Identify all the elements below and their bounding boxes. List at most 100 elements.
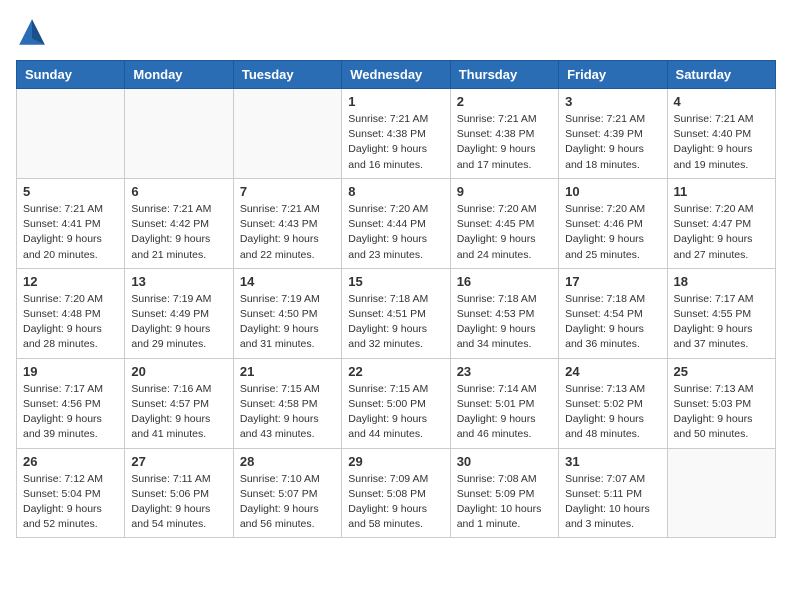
column-header-saturday: Saturday bbox=[667, 61, 775, 89]
day-number: 27 bbox=[131, 454, 226, 469]
day-info: Sunrise: 7:21 AMSunset: 4:40 PMDaylight:… bbox=[674, 112, 769, 173]
calendar-cell: 4 Sunrise: 7:21 AMSunset: 4:40 PMDaylight… bbox=[667, 89, 775, 179]
day-number: 26 bbox=[23, 454, 118, 469]
calendar-cell bbox=[667, 448, 775, 538]
calendar-cell bbox=[233, 89, 341, 179]
calendar-cell: 22 Sunrise: 7:15 AMSunset: 5:00 PMDayligh… bbox=[342, 358, 450, 448]
day-number: 9 bbox=[457, 184, 552, 199]
calendar-cell: 6 Sunrise: 7:21 AMSunset: 4:42 PMDaylight… bbox=[125, 178, 233, 268]
day-info: Sunrise: 7:21 AMSunset: 4:42 PMDaylight:… bbox=[131, 202, 226, 263]
day-info: Sunrise: 7:21 AMSunset: 4:39 PMDaylight:… bbox=[565, 112, 660, 173]
day-number: 14 bbox=[240, 274, 335, 289]
day-number: 6 bbox=[131, 184, 226, 199]
day-number: 13 bbox=[131, 274, 226, 289]
calendar-cell: 9Sunrise: 7:20 AMSunset: 4:45 PMDaylight… bbox=[450, 178, 558, 268]
calendar-cell: 31 Sunrise: 7:07 AMSunset: 5:11 PMDayligh… bbox=[559, 448, 667, 538]
day-number: 31 bbox=[565, 454, 660, 469]
day-info: Sunrise: 7:17 AMSunset: 4:55 PMDaylight:… bbox=[674, 292, 769, 353]
week-row-2: 5Sunrise: 7:21 AMSunset: 4:41 PMDaylight… bbox=[17, 178, 776, 268]
day-number: 10 bbox=[565, 184, 660, 199]
day-number: 20 bbox=[131, 364, 226, 379]
day-info: Sunrise: 7:19 AMSunset: 4:49 PMDaylight:… bbox=[131, 292, 226, 353]
calendar-cell: 3 Sunrise: 7:21 AMSunset: 4:39 PMDaylight… bbox=[559, 89, 667, 179]
week-row-5: 26 Sunrise: 7:12 AMSunset: 5:04 PMDayligh… bbox=[17, 448, 776, 538]
calendar-cell: 21 Sunrise: 7:15 AMSunset: 4:58 PMDayligh… bbox=[233, 358, 341, 448]
day-number: 2 bbox=[457, 94, 552, 109]
day-info: Sunrise: 7:08 AMSunset: 5:09 PMDaylight:… bbox=[457, 472, 552, 533]
calendar-cell: 1 Sunrise: 7:21 AMSunset: 4:38 PMDaylight… bbox=[342, 89, 450, 179]
day-number: 18 bbox=[674, 274, 769, 289]
day-number: 16 bbox=[457, 274, 552, 289]
column-header-monday: Monday bbox=[125, 61, 233, 89]
calendar-header-row: SundayMondayTuesdayWednesdayThursdayFrid… bbox=[17, 61, 776, 89]
day-number: 1 bbox=[348, 94, 443, 109]
calendar-cell: 29Sunrise: 7:09 AMSunset: 5:08 PMDayligh… bbox=[342, 448, 450, 538]
day-number: 23 bbox=[457, 364, 552, 379]
day-info: Sunrise: 7:21 AMSunset: 4:38 PMDaylight:… bbox=[348, 112, 443, 173]
day-info: Sunrise: 7:20 AMSunset: 4:48 PMDaylight:… bbox=[23, 292, 118, 353]
day-number: 15 bbox=[348, 274, 443, 289]
calendar-cell: 2Sunrise: 7:21 AMSunset: 4:38 PMDaylight… bbox=[450, 89, 558, 179]
calendar-cell: 26 Sunrise: 7:12 AMSunset: 5:04 PMDayligh… bbox=[17, 448, 125, 538]
day-number: 24 bbox=[565, 364, 660, 379]
day-number: 12 bbox=[23, 274, 118, 289]
day-info: Sunrise: 7:12 AMSunset: 5:04 PMDaylight:… bbox=[23, 472, 118, 533]
day-number: 11 bbox=[674, 184, 769, 199]
day-number: 30 bbox=[457, 454, 552, 469]
calendar-cell: 14 Sunrise: 7:19 AMSunset: 4:50 PMDayligh… bbox=[233, 268, 341, 358]
calendar-cell: 23 Sunrise: 7:14 AMSunset: 5:01 PMDayligh… bbox=[450, 358, 558, 448]
calendar-cell: 17Sunrise: 7:18 AMSunset: 4:54 PMDayligh… bbox=[559, 268, 667, 358]
calendar-cell: 8 Sunrise: 7:20 AMSunset: 4:44 PMDaylight… bbox=[342, 178, 450, 268]
day-info: Sunrise: 7:15 AMSunset: 5:00 PMDaylight:… bbox=[348, 382, 443, 443]
week-row-3: 12 Sunrise: 7:20 AMSunset: 4:48 PMDayligh… bbox=[17, 268, 776, 358]
day-info: Sunrise: 7:20 AMSunset: 4:46 PMDaylight:… bbox=[565, 202, 660, 263]
calendar-cell: 5Sunrise: 7:21 AMSunset: 4:41 PMDaylight… bbox=[17, 178, 125, 268]
day-info: Sunrise: 7:15 AMSunset: 4:58 PMDaylight:… bbox=[240, 382, 335, 443]
day-info: Sunrise: 7:09 AMSunset: 5:08 PMDaylight:… bbox=[348, 472, 443, 533]
column-header-thursday: Thursday bbox=[450, 61, 558, 89]
calendar-cell: 24 Sunrise: 7:13 AMSunset: 5:02 PMDayligh… bbox=[559, 358, 667, 448]
calendar-cell bbox=[17, 89, 125, 179]
day-info: Sunrise: 7:20 AMSunset: 4:44 PMDaylight:… bbox=[348, 202, 443, 263]
day-info: Sunrise: 7:20 AMSunset: 4:47 PMDaylight:… bbox=[674, 202, 769, 263]
calendar-cell: 28Sunrise: 7:10 AMSunset: 5:07 PMDayligh… bbox=[233, 448, 341, 538]
calendar-cell bbox=[125, 89, 233, 179]
logo bbox=[16, 16, 52, 48]
day-number: 22 bbox=[348, 364, 443, 379]
calendar-cell: 25Sunrise: 7:13 AMSunset: 5:03 PMDayligh… bbox=[667, 358, 775, 448]
day-info: Sunrise: 7:21 AMSunset: 4:41 PMDaylight:… bbox=[23, 202, 118, 263]
day-number: 19 bbox=[23, 364, 118, 379]
day-number: 17 bbox=[565, 274, 660, 289]
day-info: Sunrise: 7:14 AMSunset: 5:01 PMDaylight:… bbox=[457, 382, 552, 443]
calendar-cell: 18 Sunrise: 7:17 AMSunset: 4:55 PMDayligh… bbox=[667, 268, 775, 358]
day-info: Sunrise: 7:10 AMSunset: 5:07 PMDaylight:… bbox=[240, 472, 335, 533]
calendar-cell: 15Sunrise: 7:18 AMSunset: 4:51 PMDayligh… bbox=[342, 268, 450, 358]
calendar-cell: 27Sunrise: 7:11 AMSunset: 5:06 PMDayligh… bbox=[125, 448, 233, 538]
column-header-wednesday: Wednesday bbox=[342, 61, 450, 89]
day-number: 21 bbox=[240, 364, 335, 379]
calendar-cell: 30 Sunrise: 7:08 AMSunset: 5:09 PMDayligh… bbox=[450, 448, 558, 538]
calendar-cell: 7Sunrise: 7:21 AMSunset: 4:43 PMDaylight… bbox=[233, 178, 341, 268]
day-info: Sunrise: 7:17 AMSunset: 4:56 PMDaylight:… bbox=[23, 382, 118, 443]
calendar-cell: 16 Sunrise: 7:18 AMSunset: 4:53 PMDayligh… bbox=[450, 268, 558, 358]
column-header-friday: Friday bbox=[559, 61, 667, 89]
calendar-cell: 19 Sunrise: 7:17 AMSunset: 4:56 PMDayligh… bbox=[17, 358, 125, 448]
header bbox=[16, 16, 776, 48]
logo-icon bbox=[16, 16, 48, 48]
day-number: 3 bbox=[565, 94, 660, 109]
day-info: Sunrise: 7:21 AMSunset: 4:43 PMDaylight:… bbox=[240, 202, 335, 263]
column-header-tuesday: Tuesday bbox=[233, 61, 341, 89]
calendar: SundayMondayTuesdayWednesdayThursdayFrid… bbox=[16, 60, 776, 538]
week-row-1: 1 Sunrise: 7:21 AMSunset: 4:38 PMDaylight… bbox=[17, 89, 776, 179]
day-number: 4 bbox=[674, 94, 769, 109]
calendar-cell: 11 Sunrise: 7:20 AMSunset: 4:47 PMDayligh… bbox=[667, 178, 775, 268]
day-info: Sunrise: 7:18 AMSunset: 4:53 PMDaylight:… bbox=[457, 292, 552, 353]
week-row-4: 19 Sunrise: 7:17 AMSunset: 4:56 PMDayligh… bbox=[17, 358, 776, 448]
day-info: Sunrise: 7:07 AMSunset: 5:11 PMDaylight:… bbox=[565, 472, 660, 533]
day-number: 8 bbox=[348, 184, 443, 199]
day-info: Sunrise: 7:13 AMSunset: 5:02 PMDaylight:… bbox=[565, 382, 660, 443]
day-info: Sunrise: 7:19 AMSunset: 4:50 PMDaylight:… bbox=[240, 292, 335, 353]
calendar-cell: 13 Sunrise: 7:19 AMSunset: 4:49 PMDayligh… bbox=[125, 268, 233, 358]
column-header-sunday: Sunday bbox=[17, 61, 125, 89]
calendar-cell: 10 Sunrise: 7:20 AMSunset: 4:46 PMDayligh… bbox=[559, 178, 667, 268]
